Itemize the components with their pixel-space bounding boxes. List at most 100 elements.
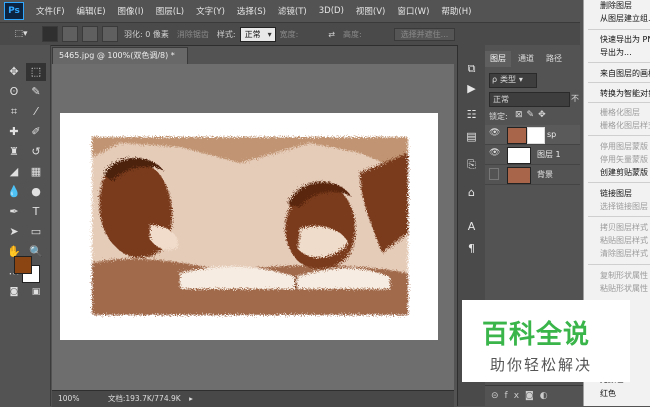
menu-bar: Ps 文件(F) 编辑(E) 图像(I) 图层(L) 文字(Y) 选择(S) 滤… [0, 0, 580, 22]
menu-type[interactable]: 文字(Y) [190, 5, 231, 17]
history-icon[interactable]: ⧉ [464, 61, 479, 76]
menu-separator [588, 216, 650, 217]
blur-tool-icon[interactable]: 💧 [4, 183, 24, 201]
menu-item-quick-export-png[interactable]: 快速导出为 PNG [600, 34, 650, 45]
select-and-mask-button[interactable]: 选择并遮住... [393, 27, 456, 41]
watermark-subtitle: 助你轻松解决 [490, 356, 593, 374]
zoom-level[interactable]: 100% [58, 394, 79, 403]
menu-help[interactable]: 帮助(H) [435, 5, 477, 17]
adjustments-icon[interactable]: ▤ [464, 129, 479, 144]
rectangle-tool-icon[interactable]: ▭ [26, 223, 46, 241]
eye-icon[interactable]: 👁 [489, 148, 500, 160]
layer-thumbnail [507, 167, 531, 184]
menu-item-export-as[interactable]: 导出为... [600, 47, 632, 58]
blend-mode-select[interactable]: 正常 [489, 92, 570, 107]
status-bar: 100% 文档:193.7K/774.9K ▸ [52, 390, 454, 407]
swap-icon[interactable]: ⇄ [328, 30, 335, 39]
eye-icon[interactable]: 👁 [489, 128, 500, 140]
actions-play-icon[interactable]: ▶ [464, 81, 479, 96]
new-selection-icon[interactable] [42, 26, 58, 42]
path-select-tool-icon[interactable]: ➤ [4, 223, 24, 241]
menu-item-red[interactable]: 红色 [600, 388, 616, 399]
layer-thumbnail [507, 127, 527, 144]
healing-brush-tool-icon[interactable]: ✚ [4, 123, 24, 141]
move-tool-icon[interactable]: ✥ [4, 63, 24, 81]
clone-source-icon[interactable]: ⎘ [464, 157, 479, 172]
pen-tool-icon[interactable]: ✒ [4, 203, 24, 221]
layer-name[interactable]: sp [547, 125, 556, 144]
menu-item-rasterize-layer-style: 栅格化图层样式 [600, 121, 650, 130]
menu-view[interactable]: 视图(V) [350, 5, 391, 17]
layer-mask-thumbnail[interactable] [527, 127, 545, 144]
menu-filter[interactable]: 滤镜(T) [272, 5, 313, 17]
menu-window[interactable]: 窗口(W) [391, 5, 435, 17]
foreground-color-swatch[interactable] [14, 256, 32, 274]
feather-label[interactable]: 羽化: 0 像素 [124, 29, 169, 40]
add-mask-icon[interactable]: ◙ [525, 391, 540, 401]
layer-row[interactable]: 背景 [485, 165, 580, 185]
eraser-tool-icon[interactable]: ◢ [4, 163, 24, 181]
menu-item-group-from-layers[interactable]: 从图层建立组... [600, 13, 650, 24]
eyedropper-tool-icon[interactable]: ⁄ [26, 103, 46, 121]
layer-kind-filter[interactable]: ρ 类型 ▾ [489, 73, 537, 88]
gradient-tool-icon[interactable]: ▦ [26, 163, 46, 181]
clone-stamp-tool-icon[interactable]: ♜ [4, 143, 24, 161]
layer-thumbnail [507, 147, 531, 164]
lock-icons[interactable]: ⊠✎✥ [515, 110, 550, 120]
status-arrow-icon[interactable]: ▸ [189, 394, 193, 403]
adjustment-layer-icon[interactable]: ◐ [540, 391, 554, 401]
menu-item-convert-smart-object[interactable]: 转换为智能对象 [600, 88, 650, 99]
layer-row[interactable]: 👁 sp [485, 125, 580, 145]
marquee-tool-icon[interactable]: ⬚ [26, 63, 46, 81]
menu-separator [588, 29, 650, 30]
menu-file[interactable]: 文件(F) [30, 5, 71, 17]
dodge-tool-icon[interactable]: ● [26, 183, 46, 201]
menu-separator [588, 264, 650, 265]
fx-icon[interactable]: fx [505, 391, 526, 401]
link-layers-icon[interactable]: ⊝ [491, 391, 505, 401]
crop-tool-icon[interactable]: ⌗ [4, 103, 24, 121]
menu-edit[interactable]: 编辑(E) [71, 5, 112, 17]
add-selection-icon[interactable] [62, 26, 78, 42]
type-tool-icon[interactable]: T [26, 203, 46, 221]
menu-layer[interactable]: 图层(L) [150, 5, 190, 17]
layer-name[interactable]: 背景 [537, 165, 553, 184]
duotone-photo [92, 137, 408, 315]
paragraph-icon[interactable]: ¶ [464, 241, 479, 256]
menu-item-create-clipping-mask[interactable]: 创建剪贴蒙版 [600, 167, 648, 178]
menu-item-artboard-from-layers[interactable]: 来自图层的画板... [600, 68, 650, 79]
opacity-label[interactable]: 不 [571, 93, 579, 104]
tab-channels[interactable]: 通道 [513, 51, 539, 67]
menu-select[interactable]: 选择(S) [231, 5, 272, 17]
quick-mask-icon[interactable]: ◙ [4, 283, 24, 301]
menu-separator [588, 135, 650, 136]
intersect-selection-icon[interactable] [102, 26, 118, 42]
layer-name[interactable]: 图层 1 [537, 145, 561, 164]
menu-item-clear-layer-style: 清除图层样式 [600, 249, 648, 258]
menu-item-link-layers[interactable]: 链接图层 [600, 188, 632, 199]
menu-item-delete-layer[interactable]: 删除图层 [600, 0, 632, 11]
style-select[interactable]: 正常 [239, 26, 276, 42]
document-canvas[interactable] [60, 113, 438, 340]
properties-icon[interactable]: ☷ [464, 107, 479, 122]
layer-row[interactable]: 👁 图层 1 [485, 145, 580, 165]
antialias-checkbox[interactable]: 消除锯齿 [177, 29, 209, 40]
eye-off-icon[interactable] [489, 168, 499, 180]
subtract-selection-icon[interactable] [82, 26, 98, 42]
screen-mode-icon[interactable]: ▣ [26, 283, 46, 301]
paths-icon[interactable]: ⌂ [464, 185, 479, 200]
photoshop-logo: Ps [4, 2, 24, 20]
history-brush-tool-icon[interactable]: ↺ [26, 143, 46, 161]
document-tab[interactable]: 5465.jpg @ 100%(双色调/8) * × [52, 47, 188, 76]
lasso-tool-icon[interactable]: ʘ [4, 83, 24, 101]
tab-paths[interactable]: 路径 [541, 51, 567, 67]
marquee-preset-icon[interactable]: ⬚▾ [10, 27, 32, 41]
menu-image[interactable]: 图像(I) [112, 5, 150, 17]
quick-select-tool-icon[interactable]: ✎ [26, 83, 46, 101]
brush-tool-icon[interactable]: ✐ [26, 123, 46, 141]
character-icon[interactable]: A [464, 219, 479, 234]
tab-layers[interactable]: 图层 [485, 51, 511, 67]
tools-panel: ✥ ⬚ ʘ ✎ ⌗ ⁄ ✚ ✐ ♜ ↺ ◢ ▦ 💧 ● ✒ T ➤ ▭ ✋ 🔍 … [0, 45, 51, 406]
menu-3d[interactable]: 3D(D) [313, 6, 350, 16]
filter-search-icon: ρ [492, 75, 498, 84]
